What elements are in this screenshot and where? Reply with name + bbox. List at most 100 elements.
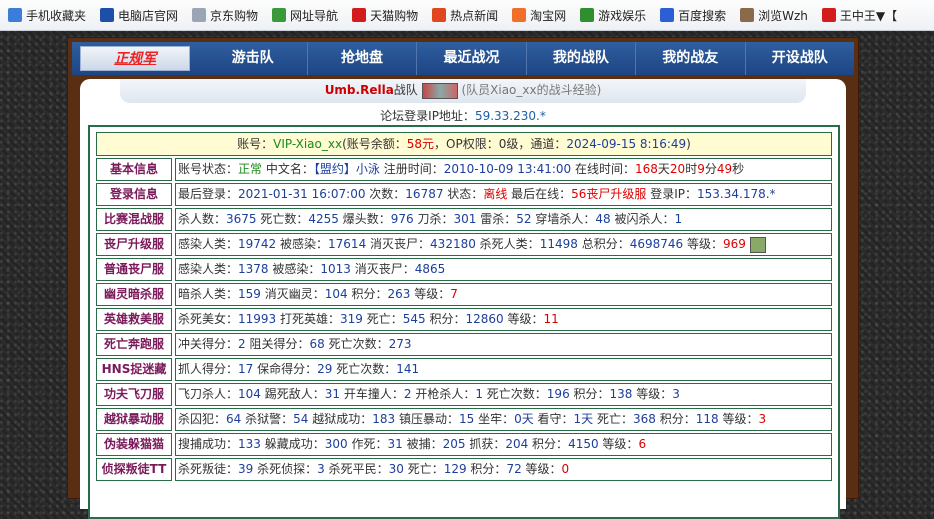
- close-paren: ): [686, 137, 691, 151]
- text-segment: 4150: [568, 437, 599, 451]
- nav-tab-my-friends[interactable]: 我的战友: [636, 42, 746, 75]
- text-segment: 躲藏成功：: [260, 437, 325, 451]
- text-segment: 被闪杀人：: [610, 212, 675, 226]
- text-segment: 死亡次数：: [482, 387, 547, 401]
- bookmark-label: 淘宝网: [530, 8, 567, 23]
- bookmark-item[interactable]: 电脑店官网: [92, 0, 184, 30]
- table-row: 死亡奔跑服 冲关得分：2 阻关得分：68 死亡次数：273: [96, 333, 832, 356]
- bookmark-item[interactable]: 游戏娱乐: [572, 0, 652, 30]
- row-label[interactable]: 普通丧尸服: [96, 258, 172, 281]
- table-row: 基本信息 账号状态：正常 中文名：【盟约】小泳 注册时间：2010-10-09 …: [96, 158, 832, 181]
- text-segment: 抓人得分：: [178, 362, 239, 376]
- row-value: 杀人数：3675 死亡数：4255 爆头数：976 刀杀：301 雷杀：52 穿…: [175, 208, 832, 231]
- nav-tab-territory[interactable]: 抢地盘: [308, 42, 418, 75]
- taobao-icon: [512, 8, 527, 22]
- bookmark-icon: [8, 8, 22, 22]
- table-row: 侦探叛徒TT 杀死叛徒：39 杀死侦探：3 杀死平民：30 死亡：129 积分：…: [96, 458, 832, 481]
- bookmark-label: 百度搜索: [678, 8, 727, 23]
- text-segment: 中文名：: [262, 162, 314, 176]
- table-row: 丧尸升级服 感染人类：19742 被感染：17614 消灭丧尸：432180 杀…: [96, 233, 832, 256]
- text-segment: 30: [388, 462, 404, 476]
- nav-tab-my-team[interactable]: 我的战队: [527, 42, 637, 75]
- bookmark-label: 热点新闻: [450, 8, 499, 23]
- baidu-icon: [660, 8, 675, 22]
- bookmark-item[interactable]: 浏览Wzh: [732, 0, 814, 30]
- nav-tab-recent[interactable]: 最近战况: [417, 42, 527, 75]
- row-label[interactable]: 伪装躲猫猫: [96, 433, 172, 456]
- text-segment: 2: [238, 337, 246, 351]
- text-segment: 4255: [308, 212, 339, 226]
- text-segment: 开枪杀人：: [411, 387, 476, 401]
- text-segment: 杀死人类：: [475, 237, 540, 251]
- text-segment: 7: [450, 287, 458, 301]
- cn-name[interactable]: 【盟约】小泳: [314, 162, 380, 176]
- text-segment: 等级：: [683, 237, 723, 251]
- nav-tab-regular[interactable]: 正规军: [80, 46, 191, 71]
- page-icon: [192, 8, 207, 22]
- bookmark-item[interactable]: 淘宝网: [504, 0, 572, 30]
- text-segment: 19742: [238, 237, 277, 251]
- stats-table: 账号：VIP-Xiao_xx(账号余额：58元，OP权限：0级，通道：2024-…: [88, 125, 840, 519]
- text-segment: 976: [390, 212, 414, 226]
- table-row: 伪装躲猫猫 搜捕成功：133 躲藏成功：300 作死：31 被捕：205 抓获：…: [96, 433, 832, 456]
- row-label[interactable]: 幽灵暗杀服: [96, 283, 172, 306]
- bookmark-item[interactable]: 京东购物: [184, 0, 264, 30]
- bookmark-item[interactable]: 手机收藏夹: [0, 0, 92, 30]
- row-label[interactable]: HNS捉迷藏: [96, 358, 172, 381]
- ip-value: 59.33.230.*: [474, 109, 546, 123]
- text-segment: 杀人数：: [178, 212, 227, 226]
- row-value: 感染人类：19742 被感染：17614 消灭丧尸：432180 杀死人类：11…: [175, 233, 832, 256]
- bookmark-item[interactable]: 王中王▼【: [814, 0, 903, 30]
- account-label: 账号：: [237, 137, 274, 151]
- row-label[interactable]: 英雄救美服: [96, 308, 172, 331]
- avatar-icon: [740, 8, 755, 22]
- row-label[interactable]: 登录信息: [96, 183, 172, 206]
- text-segment: 31: [324, 387, 341, 401]
- text-segment: 3675: [226, 212, 257, 226]
- row-label[interactable]: 侦探叛徒TT: [96, 458, 172, 481]
- table-row: 越狱暴动服 杀囚犯：64 杀狱警：54 越狱成功：183 镇压暴动：15 坐牢：…: [96, 408, 832, 431]
- text-segment: 死亡次数：: [332, 362, 397, 376]
- profile-card: Umb.Rella战队 (队员Xiao_xx的战斗经验) 论坛登录IP地址：59…: [80, 79, 846, 519]
- bookmark-item[interactable]: 热点新闻: [424, 0, 504, 30]
- text-segment: 1: [674, 212, 683, 226]
- text-segment: 登录IP：: [646, 187, 698, 201]
- text-segment: 状态：: [443, 187, 484, 201]
- text-segment: 飞刀杀人：: [178, 387, 239, 401]
- main-panel: 正规军 游击队 抢地盘 最近战况 我的战队 我的战友 开设战队 Umb.Rell…: [67, 37, 859, 519]
- text-segment: 3: [317, 462, 325, 476]
- text-segment: 17614: [328, 237, 367, 251]
- text-segment: 0: [561, 462, 570, 476]
- text-segment: 204: [505, 437, 529, 451]
- nav-tab-guerrilla[interactable]: 游击队: [198, 42, 308, 75]
- bookmark-item[interactable]: 网址导航: [264, 0, 344, 30]
- text-segment: 杀死叛徒：: [178, 462, 239, 476]
- row-label[interactable]: 越狱暴动服: [96, 408, 172, 431]
- text-segment: 积分：: [569, 387, 610, 401]
- row-label[interactable]: 功夫飞刀服: [96, 383, 172, 406]
- row-label[interactable]: 比赛混战服: [96, 208, 172, 231]
- text-segment: 总积分：: [577, 237, 630, 251]
- text-segment: 4865: [414, 262, 446, 276]
- bookmark-item[interactable]: 天猫购物: [344, 0, 424, 30]
- text-segment: 3: [672, 387, 680, 401]
- text-segment: 保命得分：: [253, 362, 318, 376]
- text-segment: 等级：: [503, 312, 544, 326]
- row-label[interactable]: 死亡奔跑服: [96, 333, 172, 356]
- text-segment: 0天: [514, 412, 534, 426]
- row-label[interactable]: 基本信息: [96, 158, 172, 181]
- text-segment: 感染人类：: [178, 262, 239, 276]
- table-row: 比赛混战服 杀人数：3675 死亡数：4255 爆头数：976 刀杀：301 雷…: [96, 208, 832, 231]
- text-segment: 死亡：: [403, 462, 444, 476]
- bookmark-item[interactable]: 百度搜索: [652, 0, 732, 30]
- text-segment: 129: [443, 462, 467, 476]
- team-name[interactable]: Umb.Rella: [325, 83, 394, 97]
- text-segment: 开车撞人：: [340, 387, 404, 401]
- text-segment: 积分：: [347, 287, 388, 301]
- row-label[interactable]: 丧尸升级服: [96, 233, 172, 256]
- text-segment: 2021-01-31 16:07:00: [238, 187, 366, 201]
- nav-tab-create-team[interactable]: 开设战队: [746, 42, 854, 75]
- ip-label: 论坛登录IP地址：: [380, 109, 475, 123]
- text-segment: 被感染：: [268, 262, 321, 276]
- text-segment: 看守：: [533, 412, 574, 426]
